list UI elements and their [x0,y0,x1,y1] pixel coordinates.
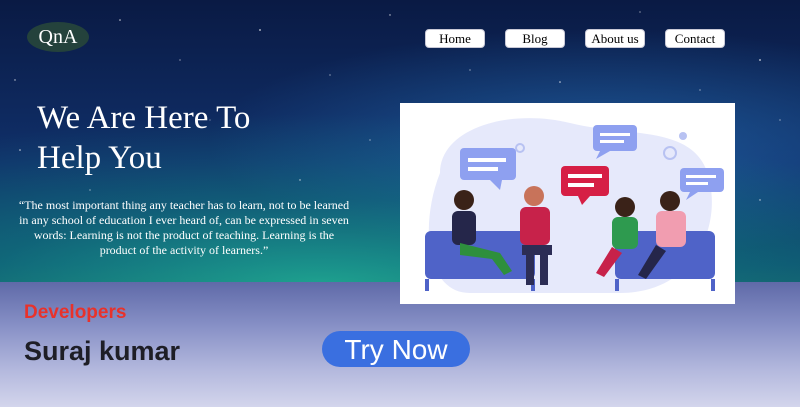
nav-home[interactable]: Home [425,29,485,48]
hero-quote: “The most important thing any teacher ha… [18,198,350,257]
group-discussion-illustration [400,103,735,304]
site-logo[interactable]: QnA [27,22,89,52]
nav-blog[interactable]: Blog [505,29,565,48]
hero-headline: We Are Here To Help You [37,98,367,178]
headline-line1: We Are Here To [37,100,251,136]
headline-line2: Help You [37,140,162,176]
illustration-art [425,118,724,293]
try-now-button[interactable]: Try Now [322,331,470,367]
developer-name: Suraj kumar [24,336,181,366]
developers-label: Developers [24,302,127,323]
nav-contact[interactable]: Contact [665,29,725,48]
nav-about-us[interactable]: About us [585,29,645,48]
